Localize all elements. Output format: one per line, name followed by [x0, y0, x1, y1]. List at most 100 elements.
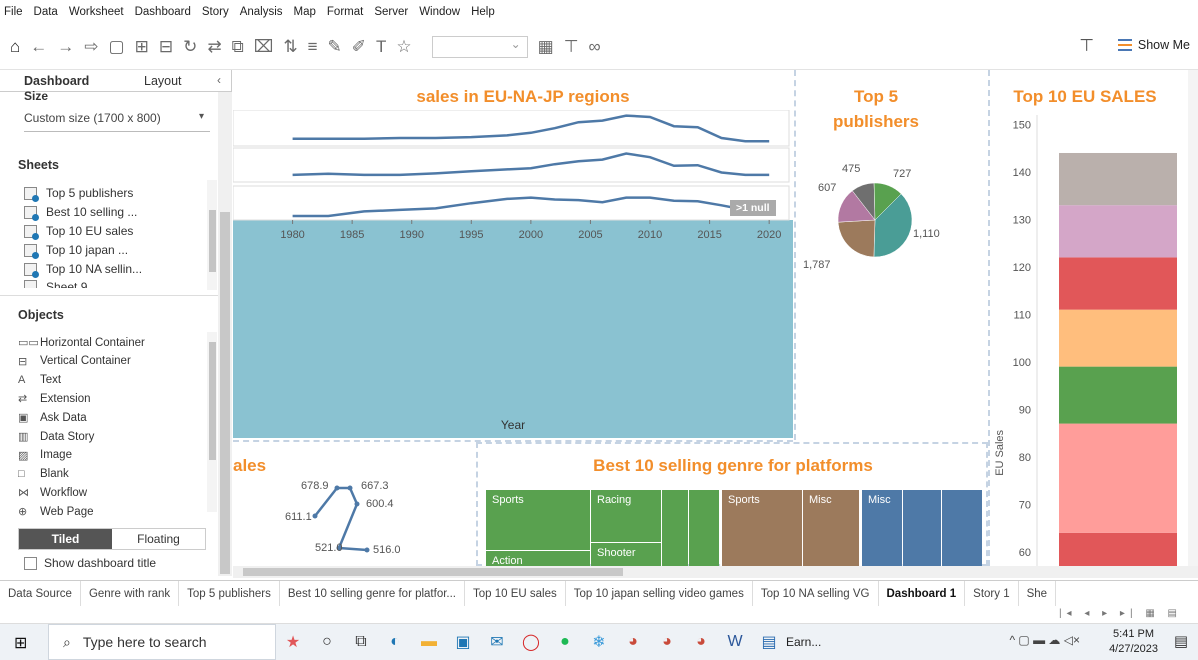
snowflake-app-icon[interactable]: ❄ — [582, 632, 616, 652]
sort-desc-icon[interactable]: ≡ — [308, 38, 318, 55]
taskbar-search[interactable]: ⌕ Type here to search — [48, 624, 276, 660]
panel-scrollbar[interactable] — [218, 92, 232, 576]
panel-scroll-thumb[interactable] — [220, 212, 230, 574]
home-icon[interactable]: ⌂ — [10, 38, 20, 55]
refresh-icon[interactable]: ↻ — [183, 38, 197, 55]
tab-nav-arrows-icon[interactable]: |◂ ◂ ▸ ▸| ▦ ▤ — [1059, 608, 1182, 619]
sheet-item[interactable]: Top 10 japan ... — [24, 243, 128, 259]
sheets-scroll-thumb[interactable] — [209, 210, 216, 272]
treemap-cell[interactable]: Racing — [591, 490, 661, 542]
data-point[interactable] — [312, 513, 318, 519]
null-indicator-badge[interactable]: >1 null — [730, 200, 776, 216]
sheet-tab[interactable]: Top 5 publishers — [179, 580, 280, 607]
save-icon[interactable]: ▢ — [109, 38, 125, 55]
clock[interactable]: 5:41 PM 4/27/2023 — [1109, 627, 1158, 657]
widgets-icon[interactable]: ★ — [276, 632, 310, 652]
windows-start-icon[interactable]: ⊞ — [14, 633, 27, 653]
menu-item[interactable]: Dashboard — [135, 6, 191, 18]
tab-dashboard[interactable]: Dashboard — [0, 70, 130, 91]
object-item[interactable]: ⋈ Workflow — [18, 486, 87, 500]
object-item[interactable]: ⊕ Web Page — [18, 505, 94, 519]
file-explorer-icon[interactable]: ▬ — [412, 633, 446, 651]
menu-item[interactable]: Worksheet — [69, 6, 124, 18]
sheet-tab[interactable]: She — [1019, 580, 1057, 607]
annotate-icon[interactable]: ✐ — [352, 38, 366, 55]
pin-icon[interactable]: ☆ — [396, 38, 411, 55]
treemap-cell[interactable]: Misc — [862, 490, 902, 566]
bar-segment[interactable] — [1059, 423, 1177, 533]
sheet-tab[interactable]: Dashboard 1 — [878, 580, 966, 607]
sheet-item[interactable]: Top 10 NA sellin... — [24, 262, 142, 278]
publishers-pie-chart[interactable]: 1,787 1,110 727 475 607 — [798, 160, 963, 300]
object-item[interactable]: ⇄ Extension — [18, 392, 91, 406]
collapse-panel-icon[interactable]: ‹ — [217, 70, 221, 91]
size-dropdown[interactable]: Custom size (1700 x 800) — [24, 111, 210, 132]
data-point[interactable] — [347, 485, 353, 491]
objects-scroll-thumb[interactable] — [209, 342, 216, 460]
chrome-alt-icon[interactable]: ◕ — [684, 633, 718, 651]
object-item[interactable]: ▥ Data Story — [18, 430, 94, 444]
menu-item[interactable]: Help — [471, 6, 495, 18]
fit-dropdown[interactable] — [431, 35, 528, 58]
system-tray-icons[interactable]: ^ ▢ ▬ ☁ ◁× — [1009, 633, 1080, 647]
menu-item[interactable]: Story — [202, 6, 229, 18]
data-point[interactable] — [364, 547, 370, 553]
regional-sales-line-chart[interactable]: 1980 1985 1990 1995 2000 2005 2010 2015 2020 — [233, 110, 793, 270]
labels-icon[interactable]: T — [376, 38, 386, 55]
object-item[interactable]: ▭▭ Horizontal Container — [18, 336, 145, 350]
device-preview-icon[interactable]: ⊤ — [564, 38, 579, 55]
series-line[interactable] — [314, 486, 368, 552]
menu-item[interactable]: Map — [294, 6, 316, 18]
eu-sales-stacked-bar[interactable]: 60 70 80 90 100 110 120 130 140 150 EU Sales — [989, 115, 1189, 566]
forward-icon[interactable]: → — [57, 38, 74, 55]
sheet-item[interactable]: Top 5 publishers — [24, 186, 133, 202]
sheet-tab[interactable]: Genre with rank — [81, 580, 180, 607]
swap-icon[interactable]: ⇄ — [207, 38, 221, 55]
sheet-tab[interactable]: Best 10 selling genre for platfor... — [280, 580, 466, 607]
canvas-hscroll-thumb[interactable] — [243, 568, 623, 576]
new-sheet-icon[interactable]: ⊟ — [159, 38, 173, 55]
treemap-cell[interactable] — [662, 490, 688, 566]
data-point[interactable] — [354, 501, 360, 507]
treemap-cell[interactable] — [689, 490, 719, 566]
share-icon[interactable]: ∞ — [589, 38, 601, 55]
show-title-checkbox[interactable]: Show dashboard title — [24, 556, 156, 570]
small-sales-line-chart[interactable]: 611.1 678.9 667.3 600.4 521.0 516.0 — [263, 478, 453, 566]
highlight-icon[interactable]: ✎ — [328, 38, 342, 55]
back-icon[interactable]: ← — [30, 38, 47, 55]
bar-segment[interactable] — [1059, 532, 1177, 566]
mail-icon[interactable]: ✉ — [480, 632, 514, 652]
spotify-icon[interactable]: ● — [548, 633, 582, 651]
treemap-cell[interactable]: Sports — [722, 490, 802, 566]
treemap-cell[interactable]: Sports — [486, 490, 590, 550]
opera-icon[interactable]: ◯ — [514, 632, 548, 652]
new-datasource-icon[interactable]: ⊞ — [135, 38, 149, 55]
treemap-cell[interactable]: Shooter — [591, 543, 661, 566]
word-icon[interactable]: W — [718, 633, 752, 651]
bar-segment[interactable] — [1059, 205, 1177, 258]
object-item[interactable]: A Text — [18, 374, 61, 386]
menu-item[interactable]: Data — [34, 6, 58, 18]
pie-slice[interactable] — [837, 219, 876, 258]
show-me-button[interactable]: Show Me — [1117, 38, 1190, 52]
store-icon[interactable]: ▣ — [446, 632, 480, 652]
presentation-icon[interactable]: ▦ — [538, 38, 554, 55]
taskbar-app-label[interactable]: Earn... — [786, 635, 821, 649]
menu-item[interactable]: Format — [327, 6, 363, 18]
object-item[interactable]: ⊟ Vertical Container — [18, 355, 131, 368]
sheet-tab[interactable]: Top 10 japan selling video games — [566, 580, 753, 607]
sheet-tab[interactable]: Top 10 EU sales — [465, 580, 566, 607]
treemap-cell[interactable]: Action — [486, 550, 590, 566]
bar-segment[interactable] — [1059, 366, 1177, 424]
menu-item[interactable]: Server — [374, 6, 408, 18]
tab-layout[interactable]: Layout — [130, 70, 210, 91]
checkbox-box[interactable] — [24, 556, 37, 570]
tiled-button[interactable]: Tiled — [19, 529, 112, 549]
sheet-item[interactable]: Top 10 EU sales — [24, 224, 133, 240]
treemap-cell[interactable]: Misc — [803, 490, 859, 566]
object-item[interactable]: ▣ Ask Data — [18, 411, 87, 425]
chrome-profile-icon[interactable]: ◕ — [650, 633, 684, 651]
sheet-tab[interactable]: Top 10 NA selling VG — [753, 580, 879, 607]
sheet-tab[interactable]: Story 1 — [965, 580, 1019, 607]
sheet-tab[interactable]: Data Source — [0, 580, 81, 607]
